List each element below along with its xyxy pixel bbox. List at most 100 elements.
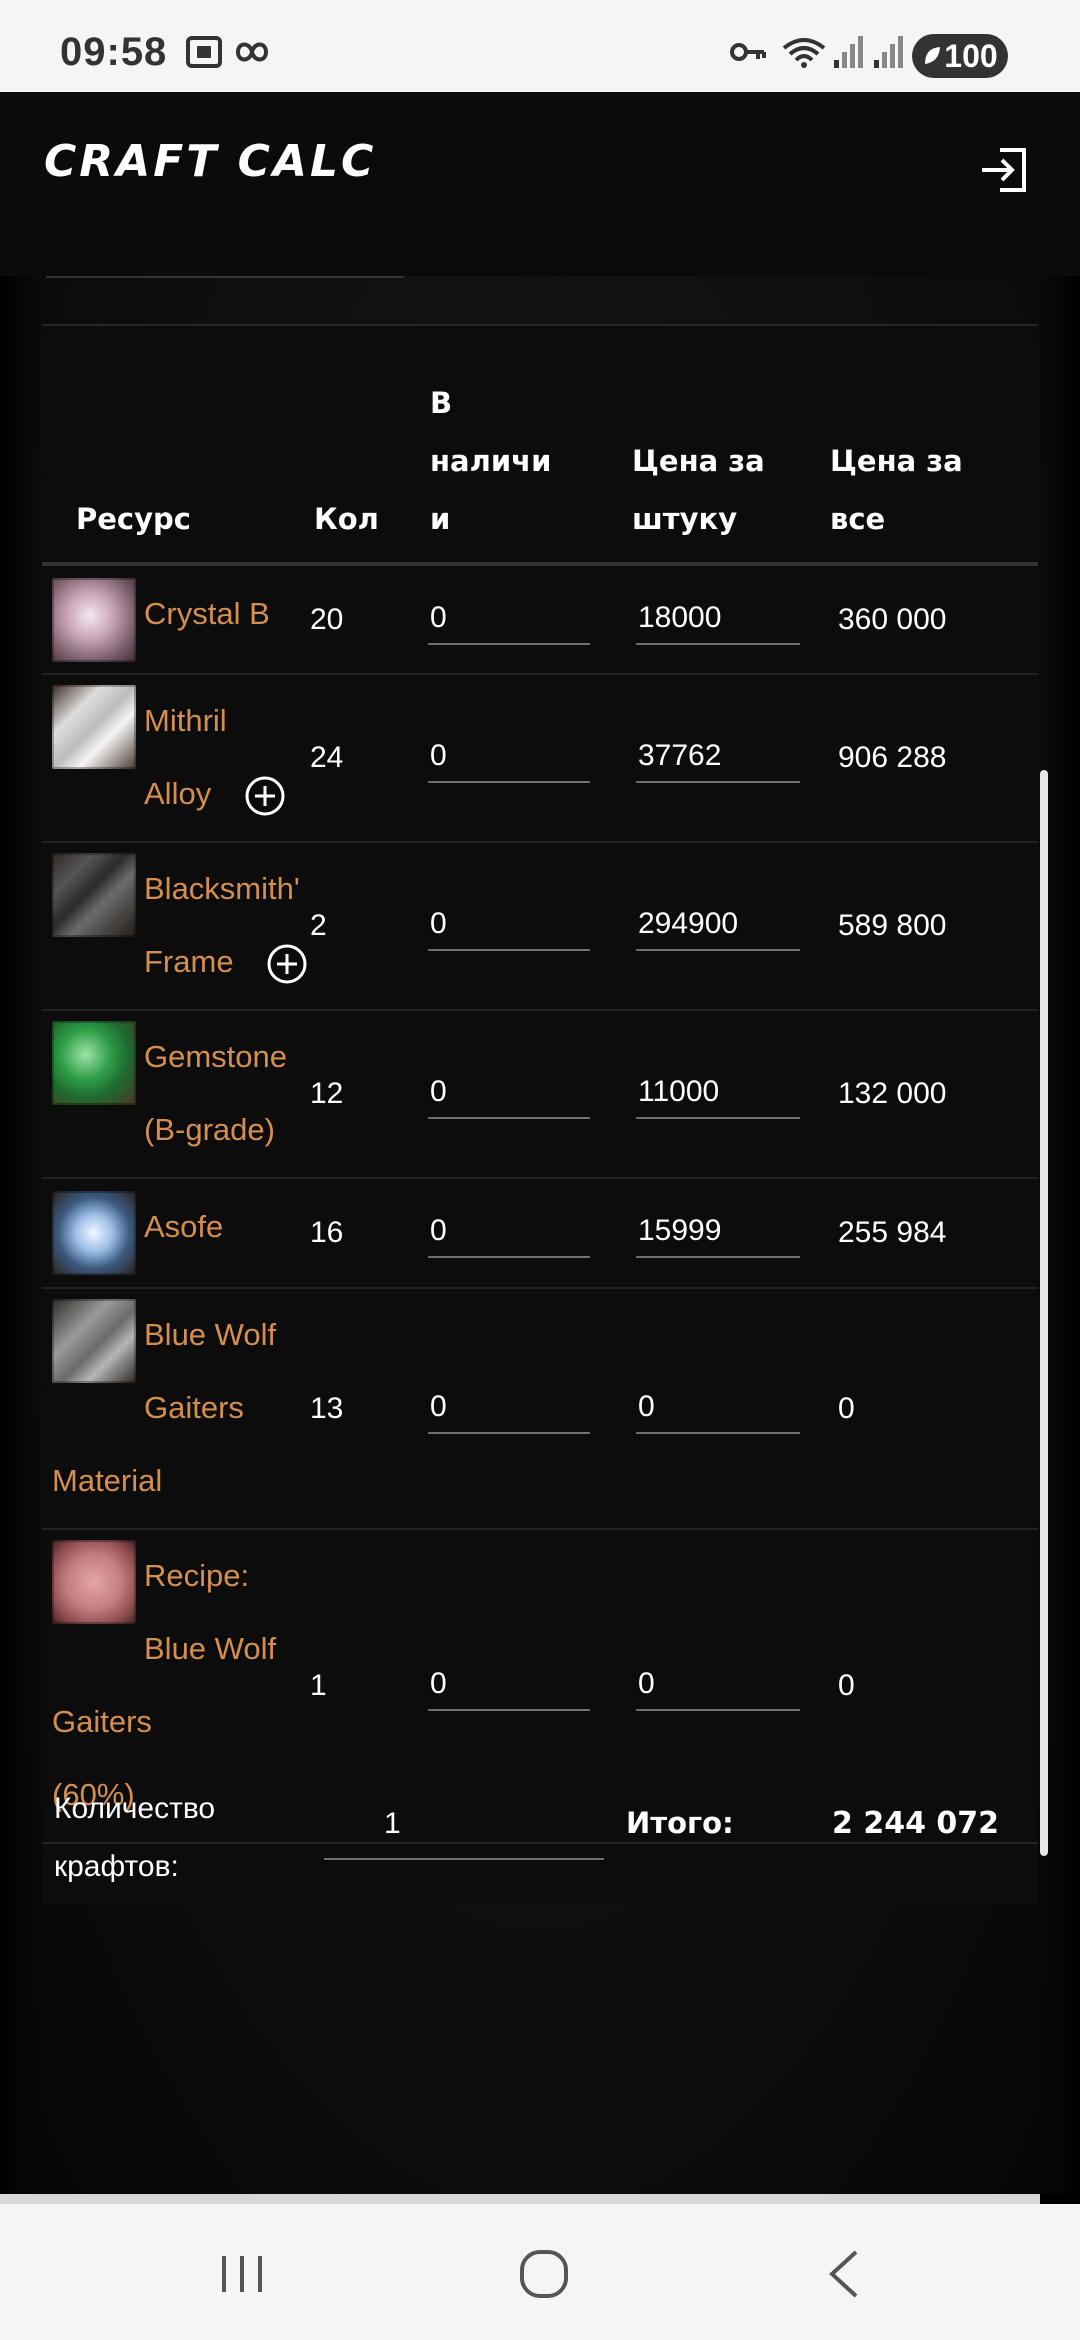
resource-name-link[interactable]: Gemstone [144,1039,287,1074]
header-qty-label: Кол [314,502,379,536]
leaf-icon [925,47,941,64]
header-in-stock-line2: наличи [430,444,552,478]
logout-icon[interactable] [976,142,1032,198]
in-stock-input[interactable]: 0 [428,733,590,783]
resource-cell: Crystal B [42,564,310,675]
total-price-cell: 132 000 [816,1010,1038,1179]
in-stock-cell: 0 [428,1010,612,1179]
in-stock-cell: 0 [428,1178,612,1289]
blacksmith-frame-icon [52,853,136,937]
resource-name-link[interactable]: Blue Wolf [144,1317,276,1352]
header-in-stock: В наличи и [428,326,612,566]
scrolled-input-underline [46,276,404,278]
header-total-price-line1: Цена за [830,444,963,478]
resource-name-link[interactable]: Asofe [144,1209,223,1244]
unit-price-input[interactable]: 11000 [636,1069,800,1119]
table-row: Gemstone (B-grade) 12 0 11000 132 000 [42,1010,1038,1179]
in-stock-cell: 0 [428,674,612,843]
unit-price-input[interactable]: 15999 [636,1208,800,1258]
header-resource: Ресурс [42,326,310,566]
resource-name-link-line2[interactable]: Gaiters Material [52,1390,244,1498]
crafts-count-input[interactable]: 1 [324,1796,604,1860]
table-row: Mithril Alloy 24 0 37762 906 288 [42,674,1038,843]
unit-price-cell: 15999 [612,1178,816,1289]
qty-cell: 20 [310,564,428,675]
total-price-cell: 0 [816,1288,1038,1530]
unit-price-input[interactable]: 294900 [636,901,800,951]
gaiters-material-icon [52,1299,136,1383]
wifi-icon [782,38,826,68]
in-stock-cell: 0 [428,1288,612,1530]
header-unit-price-line2: штуку [632,502,738,536]
table-row: Blacksmith' Frame 2 0 294900 589 800 [42,842,1038,1011]
table-row: Blue Wolf Gaiters Material 13 0 0 0 [42,1288,1038,1530]
back-icon[interactable] [816,2246,876,2302]
resource-name-link[interactable]: Blacksmith' [144,871,300,906]
resource-name-link[interactable]: Recipe: [144,1558,249,1593]
grand-total-value: 2 244 072 [832,1806,1000,1841]
table-row: Asofe 16 0 15999 255 984 [42,1178,1038,1289]
resource-name-link[interactable]: Crystal B [144,596,270,631]
qty-cell: 24 [310,674,428,843]
resource-name-link[interactable]: Mithril [144,703,227,738]
in-stock-input[interactable]: 0 [428,1384,590,1434]
unit-price-input[interactable]: 37762 [636,733,800,783]
header-total-price-line2: все [830,502,886,536]
resource-cell: Mithril Alloy [42,674,310,843]
qty-cell: 12 [310,1010,428,1179]
horizontal-scrollbar[interactable] [0,2194,1040,2204]
add-circle-icon[interactable] [244,775,286,817]
header-total-price: Цена за все [816,326,1038,566]
resource-name-link-line2[interactable]: Blue Wolf Gaiters [52,1631,276,1739]
vertical-scrollbar[interactable] [1040,770,1048,1856]
in-stock-input[interactable]: 0 [428,901,590,951]
resource-panel: Ресурс Кол В наличи и Цена за штуку Цена… [42,324,1038,1904]
crafts-count-label-line1: Количество [54,1792,216,1825]
resource-name-link-line2[interactable]: Frame [144,944,234,979]
app-surface: CRAFT CALC Ресурс Кол В наличи и Цена за… [0,92,1080,2194]
unit-price-input[interactable]: 0 [636,1384,800,1434]
in-stock-input[interactable]: 0 [428,595,590,645]
header-in-stock-line3: и [430,502,451,536]
header-unit-price: Цена за штуку [612,326,816,566]
in-stock-cell: 0 [428,842,612,1011]
crafts-count-label: Количество крафтов: [54,1780,304,1896]
unit-price-input[interactable]: 18000 [636,595,800,645]
asofe-icon [52,1191,136,1275]
qty-cell: 2 [310,842,428,1011]
system-nav-bar [0,2204,1080,2340]
table-row: Crystal B 20 0 18000 360 000 [42,564,1038,675]
resource-cell: Gemstone (B-grade) [42,1010,310,1179]
mithril-alloy-icon [52,685,136,769]
battery-indicator: 100 [912,34,1008,78]
app-header: CRAFT CALC [0,92,1080,276]
header-resource-label: Ресурс [76,502,191,536]
add-circle-icon[interactable] [266,943,308,985]
summary-row: Количество крафтов: 1 Итого: 2 244 072 [42,1766,1038,1896]
unit-price-input[interactable]: 0 [636,1661,800,1711]
crafts-count-label-line2: крафтов: [54,1850,179,1883]
home-icon[interactable] [514,2246,574,2302]
resource-name-link-line2[interactable]: (B-grade) [144,1112,275,1147]
signal-icon [834,36,863,68]
in-stock-input[interactable]: 0 [428,1661,590,1711]
resource-name-link-line2[interactable]: Alloy [144,776,211,811]
crystal-icon [52,577,136,662]
qty-cell: 13 [310,1288,428,1530]
unit-price-cell: 11000 [612,1010,816,1179]
unit-price-cell: 18000 [612,564,816,675]
screenshot-icon [186,36,222,68]
recipe-icon [52,1540,136,1624]
unit-price-cell: 37762 [612,674,816,843]
in-stock-input[interactable]: 0 [428,1069,590,1119]
total-price-cell: 906 288 [816,674,1038,843]
in-stock-cell: 0 [428,564,612,675]
app-title: CRAFT CALC [44,136,377,187]
recent-apps-icon[interactable] [212,2246,272,2302]
gemstone-icon [52,1021,136,1105]
header-unit-price-line1: Цена за [632,444,765,478]
qty-cell: 16 [310,1178,428,1289]
in-stock-input[interactable]: 0 [428,1208,590,1258]
grand-total-label: Итого: [626,1806,734,1840]
battery-level: 100 [944,37,998,74]
